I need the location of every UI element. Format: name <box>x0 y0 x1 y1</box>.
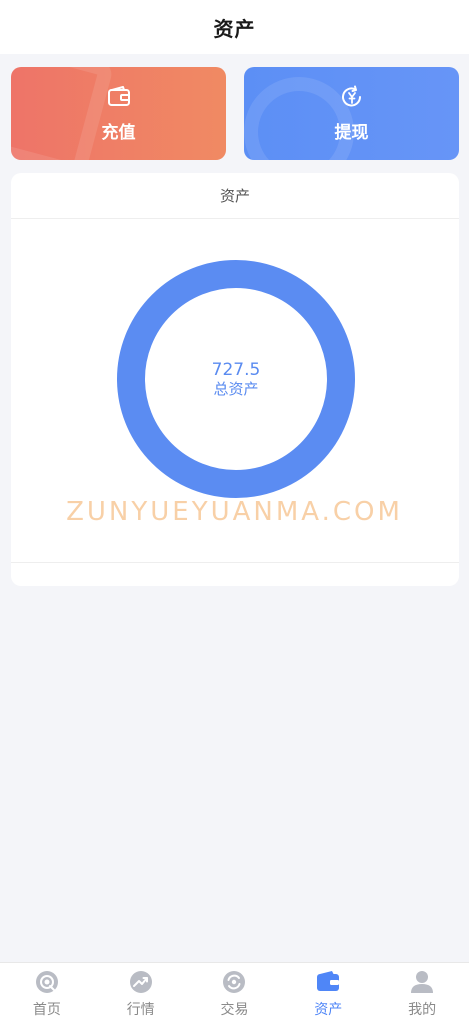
recharge-label: 充值 <box>101 123 136 143</box>
total-asset-value: 727.5 <box>211 360 261 380</box>
exchange-icon <box>223 970 246 993</box>
tab-label: 首页 <box>32 1001 61 1018</box>
wallet-icon <box>317 970 340 991</box>
wallet-icon <box>107 86 130 106</box>
total-asset-label: 总资产 <box>213 380 259 398</box>
decorative-shape <box>11 67 115 160</box>
asset-donut-chart: 727.5 总资产 <box>116 259 356 499</box>
withdraw-label: 提现 <box>334 123 369 143</box>
withdraw-button[interactable]: 提现 <box>244 67 459 160</box>
watermark: ZUNYUEYUANMA.COM <box>66 497 403 527</box>
bottom-tab-bar: 首页 行情 交易 资产 我的 <box>0 962 469 1024</box>
donut-center: 727.5 总资产 <box>116 259 356 499</box>
tab-label: 行情 <box>126 1001 155 1018</box>
trend-icon <box>129 970 152 993</box>
tab-mine[interactable]: 我的 <box>375 963 469 1024</box>
user-icon <box>411 970 434 993</box>
top-header: 资产 <box>0 0 469 54</box>
divider <box>11 562 459 563</box>
page-title: 资产 <box>213 16 256 41</box>
tab-label: 我的 <box>408 1001 437 1018</box>
home-icon <box>35 970 58 993</box>
tab-market[interactable]: 行情 <box>94 963 188 1024</box>
tab-assets[interactable]: 资产 <box>281 963 375 1024</box>
assets-page: 资产 充值 提现 资产 727.5 总资产 ZUNYUEYUANMA.COM 首… <box>0 0 469 1024</box>
tab-home[interactable]: 首页 <box>0 963 94 1024</box>
asset-card-title: 资产 <box>11 173 459 219</box>
tab-label: 交易 <box>220 1001 249 1018</box>
recharge-button[interactable]: 充值 <box>11 67 226 160</box>
tab-label: 资产 <box>314 1001 343 1018</box>
yen-refresh-icon <box>341 85 361 107</box>
tab-trade[interactable]: 交易 <box>188 963 282 1024</box>
